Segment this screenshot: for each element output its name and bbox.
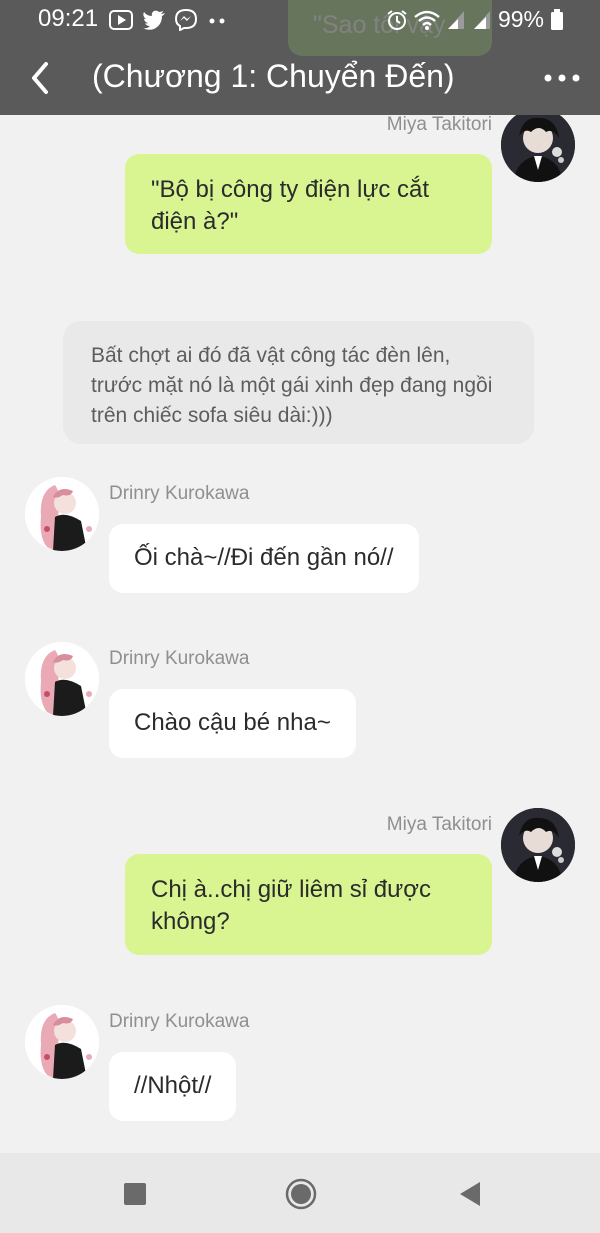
more-options-icon[interactable] (542, 63, 582, 93)
avatar-image (501, 108, 575, 182)
sender-name: Drinry Kurokawa (109, 648, 250, 669)
sender-name: Miya Takitori (386, 814, 492, 835)
twitter-icon (143, 10, 165, 30)
back-arrow-icon[interactable] (22, 58, 62, 98)
avatar-drinry[interactable] (25, 1005, 99, 1079)
chat-area: Miya Takitori "Bộ bị công ty điện lực cắ… (0, 0, 600, 1153)
sender-name: Miya Takitori (386, 114, 492, 135)
avatar-miya[interactable] (501, 808, 575, 882)
signal-icon-2 (473, 10, 490, 29)
sender-name: Drinry Kurokawa (109, 483, 250, 504)
more-dots-icon (209, 18, 225, 24)
recent-apps-icon[interactable] (118, 1177, 152, 1211)
status-time: 09:21 (38, 5, 99, 32)
youtube-icon (109, 10, 133, 30)
signal-icon-1 (447, 10, 464, 29)
wifi-icon (414, 10, 440, 30)
message-bubble-incoming[interactable]: Chào cậu bé nha~ (109, 689, 356, 758)
status-right: 99% (386, 6, 564, 33)
avatar-drinry[interactable] (25, 477, 99, 551)
avatar-image (501, 808, 575, 882)
top-bar: "Sao tôi vậy 09:21 99% (Chương 1: Chuyển… (0, 0, 600, 115)
messenger-icon (175, 9, 197, 31)
avatar-image (25, 477, 99, 551)
avatar-miya[interactable] (501, 108, 575, 182)
back-nav-icon[interactable] (452, 1177, 486, 1211)
battery-icon (551, 8, 563, 30)
page-title: (Chương 1: Chuyển Đến) (92, 58, 455, 94)
battery-percent: 99% (497, 6, 544, 32)
status-app-icons (109, 9, 228, 31)
message-bubble-outgoing[interactable]: "Bộ bị công ty điện lực cắt điện à?" (125, 154, 492, 254)
message-bubble-incoming[interactable]: Ối chà~//Đi đến gần nó// (109, 524, 419, 593)
alarm-icon (387, 9, 407, 30)
avatar-image (25, 1005, 99, 1079)
avatar-image (25, 642, 99, 716)
message-bubble-outgoing[interactable]: Chị à..chị giữ liêm sỉ được không? (125, 854, 492, 955)
sender-name: Drinry Kurokawa (109, 1011, 250, 1032)
home-icon[interactable] (284, 1177, 318, 1211)
narration-box: Bất chợt ai đó đã vật công tác đèn lên, … (63, 321, 534, 444)
avatar-drinry[interactable] (25, 642, 99, 716)
message-bubble-incoming[interactable]: //Nhột// (109, 1052, 237, 1121)
system-nav-bar (0, 1153, 600, 1233)
